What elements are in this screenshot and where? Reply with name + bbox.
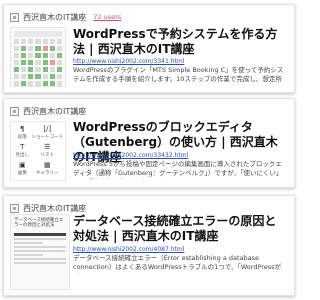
calendar-cell xyxy=(49,46,55,51)
calendar-cell xyxy=(42,67,48,72)
calendar-cell xyxy=(49,53,55,58)
calendar-cell xyxy=(21,81,27,86)
calendar-cell xyxy=(28,46,34,51)
calendar-cell xyxy=(49,74,55,79)
calendar-cell xyxy=(35,74,41,79)
calendar-cell xyxy=(49,67,55,72)
site-name[interactable]: 西沢直木のIT講座 xyxy=(23,106,86,117)
calendar-cell xyxy=(14,60,20,65)
thumbnail-image[interactable]: ¶ 段落 [/] ショートコード T 見出し ☰ リスト ▣ 画像 ▦ ギャラリー xyxy=(10,121,66,181)
calendar-cell xyxy=(42,81,48,86)
calendar-cell xyxy=(21,53,27,58)
calendar-cell xyxy=(21,67,27,72)
entry-title-link[interactable]: データベース接続確立エラーの原因と対処法 | 西沢直木のIT講座 xyxy=(73,214,288,244)
calendar-cell xyxy=(56,53,62,58)
image-block-icon: ▣ 画像 xyxy=(17,161,27,176)
calendar-cell xyxy=(14,74,20,79)
entry-url-link[interactable]: http://www.nishi2002.com/33432.html xyxy=(73,152,288,159)
users-count-link[interactable]: 72 users xyxy=(93,13,121,21)
calendar-cell xyxy=(35,46,41,51)
site-favicon-icon xyxy=(10,106,19,116)
calendar-cell xyxy=(56,67,62,72)
calendar-cell xyxy=(28,60,34,65)
entry-description: WordPressのプラグイン「MTS Simple Booking C」を使っ… xyxy=(73,66,284,85)
calendar-cell xyxy=(42,46,48,51)
calendar-cell xyxy=(14,53,20,58)
calendar-cell xyxy=(21,60,27,65)
calendar-cell xyxy=(56,60,62,65)
calendar-cell xyxy=(49,39,55,44)
bookmark-card-3[interactable]: 西沢直木のIT講座 データベース接続確立エラーの原因と対処法 データベース接続確… xyxy=(3,195,295,296)
calendar-cell xyxy=(35,53,41,58)
list-block-icon: ☰ リスト xyxy=(40,143,55,158)
site-name[interactable]: 西沢直木のIT講座 xyxy=(23,203,86,214)
calendar-cell xyxy=(56,81,62,86)
calendar-cell xyxy=(14,39,20,44)
entry-description: データベース接続確立エラー（Error establishing a datab… xyxy=(73,254,282,273)
calendar-cell xyxy=(21,46,27,51)
calendar-cell xyxy=(42,74,48,79)
calendar-cell xyxy=(28,81,34,86)
bookmark-card-2[interactable]: 西沢直木のIT講座 ¶ 段落 [/] ショートコード T 見出し ☰ リスト ▣ 画像 ▦… xyxy=(3,98,295,188)
paragraph-block-icon: ¶ 段落 xyxy=(17,125,27,140)
site-row: 西沢直木のIT講座 xyxy=(10,202,86,214)
thumbnail-image[interactable] xyxy=(10,27,66,87)
calendar-cell xyxy=(28,39,34,44)
entry-url-link[interactable]: http://www.nishi2002.com/4087.html xyxy=(73,246,288,253)
calendar-cell xyxy=(42,60,48,65)
calendar-cell xyxy=(35,81,41,86)
site-name[interactable]: 西沢直木のIT講座 xyxy=(23,12,86,23)
calendar-cell xyxy=(21,74,27,79)
calendar-cell xyxy=(56,74,62,79)
calendar-cell xyxy=(49,60,55,65)
calendar-cell xyxy=(49,81,55,86)
thumbnail-image[interactable]: データベース接続確立エラーの原因と対処法 xyxy=(10,214,70,290)
calendar-cell xyxy=(56,46,62,51)
entry-description: WordPress 5から投稿や固定ページの編集画面に導入されたブロックエディタ… xyxy=(73,160,283,179)
shortcode-block-icon: [/] ショートコード xyxy=(31,125,64,140)
entry-url-link[interactable]: http://www.nishi2002.com/3341.html xyxy=(73,58,288,65)
calendar-cell xyxy=(28,74,34,79)
calendar-cell xyxy=(14,67,20,72)
site-favicon-icon xyxy=(10,203,19,213)
calendar-cell xyxy=(21,39,27,44)
gallery-block-icon: ▦ ギャラリー xyxy=(36,161,59,176)
calendar-cell xyxy=(35,39,41,44)
site-row: 西沢直木のIT講座 72 users xyxy=(10,11,121,23)
entry-title-link[interactable]: WordPressで予約システムを作る方法 | 西沢直木のIT講座 xyxy=(73,27,288,57)
calendar-cell xyxy=(14,81,20,86)
calendar-cell xyxy=(42,39,48,44)
site-favicon-icon xyxy=(10,12,19,22)
calendar-cell xyxy=(56,39,62,44)
calendar-cell xyxy=(14,46,20,51)
calendar-cell xyxy=(42,53,48,58)
site-row: 西沢直木のIT講座 xyxy=(10,105,86,117)
bookmark-card-1[interactable]: 西沢直木のIT講座 72 users WordPressで予約システムを作る方法… xyxy=(3,4,295,93)
calendar-cell xyxy=(28,67,34,72)
heading-block-icon: T 見出し xyxy=(15,143,30,158)
calendar-cell xyxy=(28,53,34,58)
calendar-cell xyxy=(35,67,41,72)
calendar-cell xyxy=(35,60,41,65)
